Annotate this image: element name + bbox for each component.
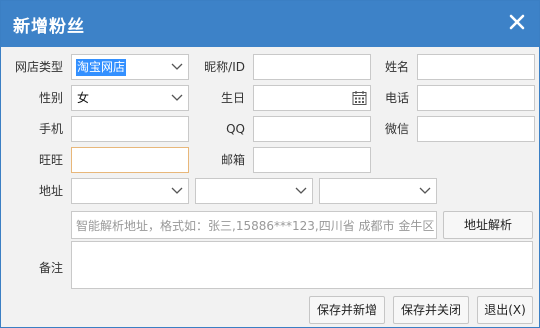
province-value	[76, 183, 78, 200]
gender-select[interactable]: 女	[71, 85, 189, 111]
chevron-down-icon	[171, 187, 183, 194]
birthday-input[interactable]	[253, 85, 371, 111]
province-select[interactable]	[71, 178, 189, 204]
chevron-down-icon	[171, 94, 183, 101]
nickname-input[interactable]	[253, 54, 371, 80]
chevron-down-icon	[295, 187, 307, 194]
dialog-title: 新增粉丝	[13, 17, 85, 37]
shop-type-label: 网店类型	[14, 60, 63, 74]
shop-type-select[interactable]: 淘宝网店	[71, 54, 189, 80]
gender-label: 性别	[38, 91, 63, 105]
mobile-input[interactable]	[71, 116, 189, 142]
save-and-new-button[interactable]: 保存并新增	[309, 296, 385, 324]
wechat-input[interactable]	[417, 116, 535, 142]
phone-label: 电话	[384, 91, 409, 105]
city-select[interactable]	[195, 178, 313, 204]
district-value	[324, 183, 326, 200]
remark-textarea[interactable]	[71, 241, 533, 289]
close-icon[interactable]	[505, 10, 529, 34]
email-label: 邮箱	[220, 153, 245, 167]
gender-value: 女	[77, 91, 90, 105]
mobile-label: 手机	[38, 122, 63, 136]
shop-type-value: 淘宝网店	[76, 59, 127, 76]
add-fan-dialog: 新增粉丝 网店类型 淘宝网店 昵称/ID 姓名 性别 女 生日 电话 手机 QQ…	[0, 0, 540, 328]
chevron-down-icon	[419, 187, 431, 194]
chevron-down-icon	[171, 63, 183, 70]
city-value	[200, 183, 202, 200]
wangwang-input[interactable]	[71, 147, 189, 173]
address-parse-input[interactable]: 智能解析地址，格式如：张三,15886***123,四川省 成都市 金牛区 金	[71, 211, 437, 239]
calendar-icon[interactable]	[352, 90, 367, 106]
qq-input[interactable]	[253, 116, 371, 142]
email-input[interactable]	[253, 147, 371, 173]
remark-label: 备注	[38, 261, 63, 275]
nickname-label: 昵称/ID	[204, 60, 245, 74]
wechat-label: 微信	[384, 122, 409, 136]
address-parse-placeholder: 智能解析地址，格式如：张三,15886***123,四川省 成都市 金牛区 金	[76, 219, 437, 233]
title-bar: 新增粉丝	[1, 1, 539, 47]
birthday-label: 生日	[220, 91, 245, 105]
district-select[interactable]	[319, 178, 437, 204]
name-label: 姓名	[384, 60, 409, 74]
exit-button[interactable]: 退出(X)	[477, 296, 533, 324]
address-label: 地址	[38, 184, 63, 198]
address-parse-button[interactable]: 地址解析	[443, 211, 533, 239]
name-input[interactable]	[417, 54, 535, 80]
phone-input[interactable]	[417, 85, 535, 111]
save-and-close-button[interactable]: 保存并关闭	[393, 296, 469, 324]
wangwang-label: 旺旺	[38, 153, 63, 167]
qq-label: QQ	[226, 122, 245, 136]
